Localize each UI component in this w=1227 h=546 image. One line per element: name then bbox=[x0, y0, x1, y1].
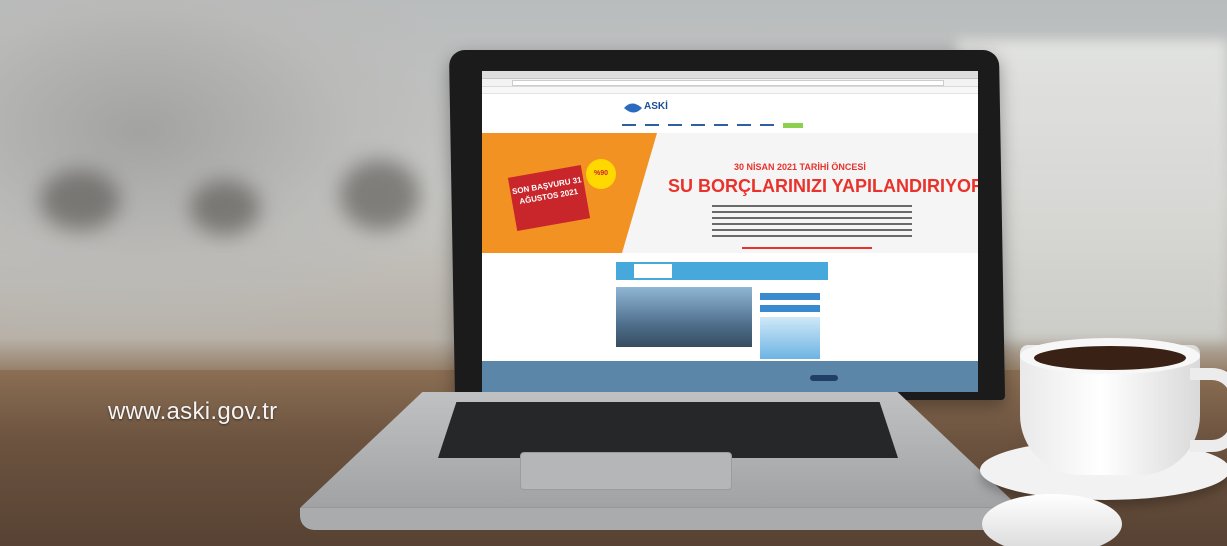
banner-main-headline: SU BORÇLARINIZI YAPILANDIRIYORUZ bbox=[668, 176, 978, 196]
overlay-url-text: www.aski.gov.tr bbox=[108, 398, 278, 425]
news-caption bbox=[616, 347, 752, 361]
discount-badge: %90 bbox=[586, 159, 616, 189]
site-logo-text: ASKİ bbox=[644, 101, 668, 112]
laptop-screen: ASKİ SON BAŞVURU 31 AĞUSTOS 2021 %90 30 … bbox=[482, 71, 978, 392]
side-water-image bbox=[760, 317, 820, 359]
banner-red-link-line bbox=[742, 247, 872, 249]
browser-tab-bar bbox=[482, 71, 978, 79]
banner-body-lines bbox=[712, 201, 912, 241]
coffee-surface bbox=[1034, 346, 1186, 370]
site-footer bbox=[482, 361, 978, 392]
side-button bbox=[760, 305, 820, 312]
browser-address-bar bbox=[482, 79, 978, 87]
laptop-front-edge bbox=[300, 508, 1020, 530]
computer-mouse bbox=[982, 494, 1122, 546]
side-button bbox=[760, 293, 820, 300]
cup-handle bbox=[1190, 368, 1227, 452]
blurred-object bbox=[190, 180, 260, 235]
laptop-keyboard bbox=[438, 402, 898, 458]
photo-background: www.aski.gov.tr ASKİ SON BAŞVURU 31 AĞUS… bbox=[0, 0, 1227, 546]
site-nav bbox=[622, 123, 803, 128]
blurred-object bbox=[340, 160, 420, 230]
banner-small-headline: 30 NİSAN 2021 TARİHİ ÖNCESİ bbox=[734, 162, 866, 172]
laptop-trackpad bbox=[520, 452, 732, 490]
browser-bookmarks-bar bbox=[482, 87, 978, 94]
blurred-object bbox=[40, 170, 120, 230]
service-menu-strip bbox=[616, 262, 828, 280]
